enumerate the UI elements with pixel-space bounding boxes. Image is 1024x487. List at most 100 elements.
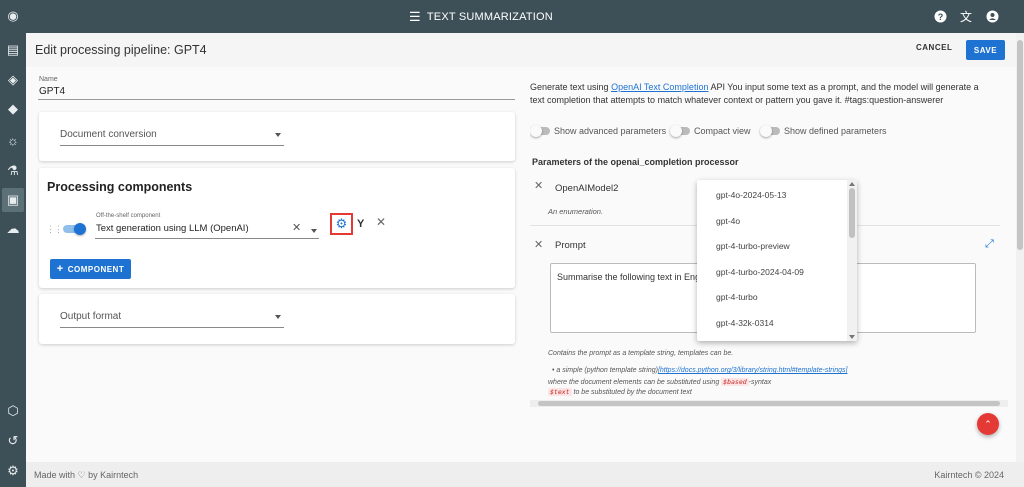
sidebar: ◉ ▤ ◈ ◆ ☼ ⚗ ▣ ☁ ⬡ ↺ ⚙	[0, 0, 26, 487]
processing-components-title: Processing components	[47, 180, 193, 194]
switch-knob	[530, 125, 542, 137]
output-format-card: Output format	[39, 294, 515, 344]
switch-track	[760, 125, 780, 137]
scroll-down-arrow-icon[interactable]	[849, 335, 855, 339]
param-prompt-name: Prompt	[555, 240, 586, 251]
switch-knob	[670, 125, 682, 137]
page-header: Edit processing pipeline: GPT4 CANCEL SA…	[26, 33, 1016, 67]
main-content: Name GPT4 Document conversion Processing…	[26, 67, 1016, 462]
prompt-help-text: Contains the prompt as a template string…	[548, 350, 734, 357]
switch-track	[530, 125, 550, 137]
settings-icon[interactable]: ⚙	[3, 461, 23, 481]
footer-credit: Made with ♡ by Kairntech	[34, 470, 139, 480]
add-component-button[interactable]: + COMPONENT	[50, 259, 131, 279]
param-model-name: OpenAIModel2	[555, 183, 619, 194]
add-component-label: COMPONENT	[67, 264, 125, 274]
code-based: $based	[721, 378, 749, 386]
footer-copyright: Kairntech © 2024	[934, 470, 1004, 480]
name-field-underline	[38, 99, 515, 100]
cloud-sync-icon[interactable]: ☁	[3, 219, 23, 239]
cancel-button[interactable]: CANCEL	[916, 43, 952, 52]
show-advanced-label: Show advanced parameters	[554, 126, 667, 136]
horizontal-scrollbar-thumb[interactable]	[538, 401, 1000, 406]
lightbulb-icon[interactable]: ☼	[3, 130, 23, 150]
prompt-help-syntax: where the document elements can be subst…	[548, 378, 771, 386]
dropdown-option[interactable]: gpt-4-turbo-preview	[716, 241, 790, 251]
name-label: Name	[39, 76, 58, 83]
chevron-down-icon[interactable]	[311, 229, 317, 233]
prompt-help-bullet: • a simple (python template string)[http…	[552, 367, 847, 374]
compact-view-switch[interactable]: Compact view	[670, 125, 751, 137]
help-bullet-text: • a simple (python template string)	[552, 367, 658, 374]
top-app-bar: ☰ TEXT SUMMARIZATION ? 文	[26, 0, 1024, 33]
dropdown-option[interactable]: gpt-4-turbo-2024-04-09	[716, 267, 804, 277]
save-button[interactable]: SAVE	[966, 40, 1005, 60]
component-select[interactable]: Text generation using LLM (OpenAI)	[96, 223, 249, 234]
show-advanced-switch[interactable]: Show advanced parameters	[530, 125, 667, 137]
remove-param-icon[interactable]: ✕	[534, 238, 543, 251]
dropdown-scrollbar-thumb[interactable]	[849, 188, 855, 238]
chevron-down-icon	[275, 133, 281, 137]
chevron-up-icon: ⌃	[984, 418, 992, 429]
app-title-text: TEXT SUMMARIZATION	[426, 11, 553, 23]
scroll-to-top-button[interactable]: ⌃	[977, 413, 999, 435]
scroll-up-arrow-icon[interactable]	[849, 182, 855, 186]
openai-link[interactable]: OpenAI Text Completion	[611, 82, 708, 92]
flask-icon[interactable]: ⚗	[3, 161, 23, 181]
param-model-note: An enumeration.	[548, 207, 604, 216]
document-conversion-label: Document conversion	[60, 129, 157, 140]
account-icon[interactable]	[984, 8, 1000, 24]
processing-components-card: Processing components ⋮⋮ Off-the-shelf c…	[39, 168, 515, 288]
help-syntax-suffix: -syntax	[748, 379, 772, 386]
dropdown-option[interactable]: gpt-4-32k-0314	[716, 318, 774, 328]
python-docs-link[interactable]: [https://docs.python.org/3/library/strin…	[658, 367, 847, 374]
component-settings-button[interactable]: ⚙	[330, 213, 353, 235]
app-title: ☰ TEXT SUMMARIZATION	[409, 9, 553, 25]
name-field[interactable]: GPT4	[39, 86, 65, 97]
drag-handle-icon[interactable]: ⋮⋮	[46, 224, 63, 235]
fork-icon[interactable]: Y	[357, 218, 364, 230]
component-label: Off-the-shelf component	[96, 213, 161, 219]
parameters-title: Parameters of the openai_completion proc…	[532, 157, 739, 167]
help-icon[interactable]: ?	[932, 8, 948, 24]
expand-icon[interactable]: ⤢	[985, 238, 994, 251]
show-defined-switch[interactable]: Show defined parameters	[760, 125, 887, 137]
dropdown-option[interactable]: gpt-4-turbo	[716, 292, 758, 302]
document-conversion-select[interactable]: Document conversion	[60, 126, 284, 146]
explore-icon[interactable]: ◈	[3, 70, 23, 90]
svg-text:?: ?	[937, 12, 943, 22]
code-text: $text	[548, 388, 572, 396]
gear-icon: ⚙	[335, 216, 348, 231]
document-conversion-card: Document conversion	[39, 112, 515, 161]
clear-icon[interactable]: ✕	[292, 221, 301, 234]
page-title: Edit processing pipeline: GPT4	[35, 43, 207, 57]
hamburger-icon[interactable]: ☰	[409, 9, 421, 25]
tags-icon[interactable]: ◆	[3, 99, 23, 119]
page-scrollbar-thumb[interactable]	[1017, 40, 1023, 250]
translate-icon[interactable]: 文	[958, 8, 974, 24]
description-prefix: Generate text using	[530, 82, 612, 92]
remove-param-icon[interactable]: ✕	[534, 179, 543, 192]
horizontal-scrollbar[interactable]	[530, 400, 1008, 407]
help-syntax-text: where the document elements can be subst…	[548, 379, 722, 386]
switch-track	[670, 125, 690, 137]
pipelines-icon[interactable]: ▤	[3, 40, 23, 60]
dropdown-option[interactable]: gpt-4o-2024-05-13	[716, 190, 786, 200]
cube-icon[interactable]: ⬡	[3, 401, 23, 421]
component-select-underline	[95, 238, 319, 239]
model-dropdown-menu: gpt-4o-2024-05-13 gpt-4o gpt-4-turbo-pre…	[697, 180, 857, 341]
dropdown-option[interactable]: gpt-4o	[716, 216, 740, 226]
chevron-down-icon	[275, 315, 281, 319]
show-defined-label: Show defined parameters	[784, 126, 887, 136]
remove-component-icon[interactable]: ✕	[376, 215, 386, 229]
output-format-select[interactable]: Output format	[60, 308, 284, 328]
logo-icon[interactable]: ◉	[3, 6, 23, 26]
help-text-var-suffix: to be substituted by the document text	[571, 389, 692, 396]
switch-knob	[760, 125, 772, 137]
history-icon[interactable]: ↺	[3, 431, 23, 451]
footer: Made with ♡ by Kairntech Kairntech © 202…	[26, 462, 1024, 487]
toggle-knob	[74, 223, 86, 235]
prompt-help-text-var: $text to be substituted by the document …	[548, 388, 692, 396]
component-enabled-toggle[interactable]	[63, 223, 86, 235]
document-settings-icon[interactable]: ▣	[2, 188, 24, 212]
